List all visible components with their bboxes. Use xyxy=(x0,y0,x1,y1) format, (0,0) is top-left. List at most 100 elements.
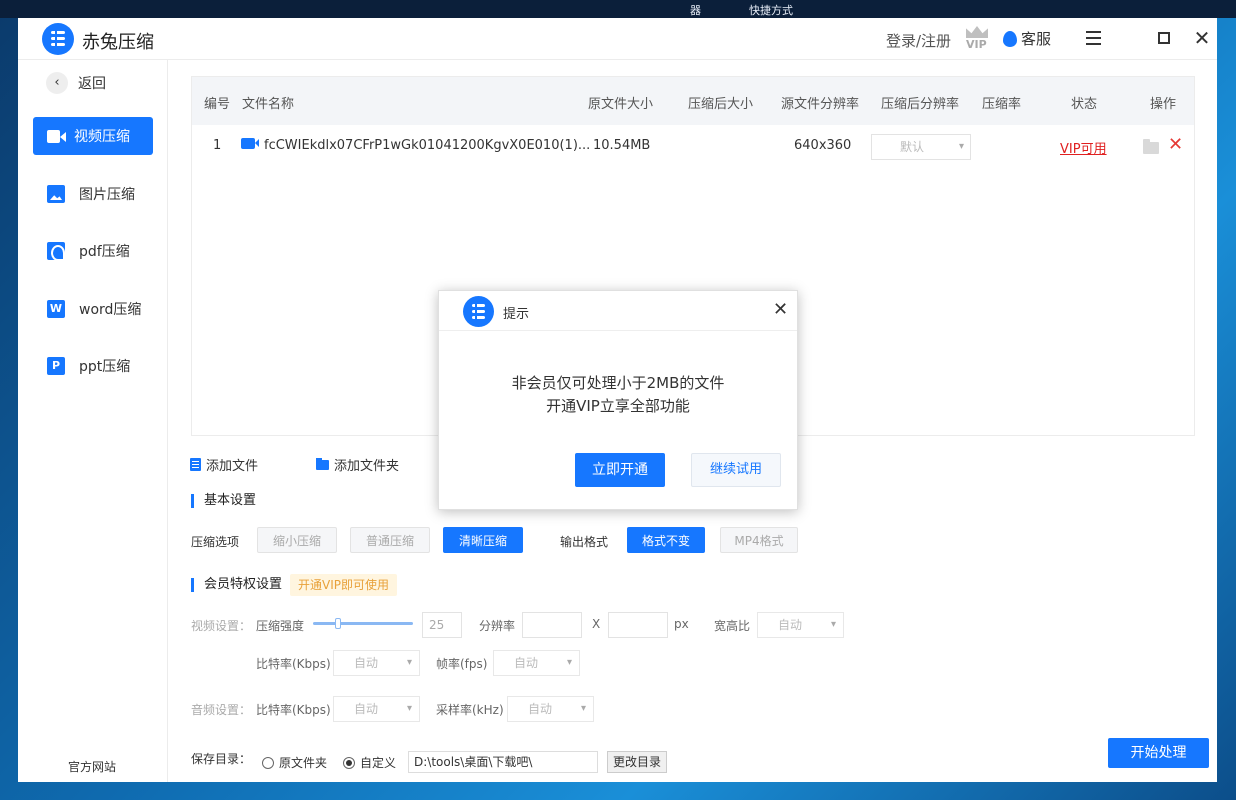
sample-rate-select[interactable]: 自动 xyxy=(507,696,594,722)
pdf-icon xyxy=(47,242,65,260)
sidebar-item-video[interactable]: 视频压缩 xyxy=(33,117,153,155)
desktop-strip xyxy=(0,0,1236,18)
continue-trial-button[interactable]: 继续试用 xyxy=(691,453,781,487)
compress-option-clear[interactable]: 清晰压缩 xyxy=(443,527,523,553)
bitrate-select[interactable]: 自动 xyxy=(333,650,420,676)
bitrate-label: 比特率(Kbps) xyxy=(256,655,331,672)
add-folder-label: 添加文件夹 xyxy=(334,455,399,474)
save-custom-radio[interactable]: 自定义 xyxy=(343,754,396,771)
format-option-keep[interactable]: 格式不变 xyxy=(627,527,705,553)
save-original-label: 原文件夹 xyxy=(279,754,327,771)
sidebar-item-pdf[interactable]: pdf压缩 xyxy=(33,232,153,270)
px-unit: px xyxy=(674,617,689,631)
sidebar-item-label: 视频压缩 xyxy=(74,126,130,146)
vip-available-link[interactable]: VIP可用 xyxy=(1060,138,1107,157)
sidebar-item-label: ppt压缩 xyxy=(79,356,130,376)
fps-label: 帧率(fps) xyxy=(436,655,487,672)
save-dir-label: 保存目录： xyxy=(191,750,251,767)
column-header: 压缩率 xyxy=(982,93,1021,112)
column-header: 状态 xyxy=(1071,93,1097,112)
resolution-label: 分辨率 xyxy=(479,617,515,634)
save-custom-label: 自定义 xyxy=(360,754,396,771)
dialog-message-line2: 开通VIP立享全部功能 xyxy=(439,395,797,416)
sidebar-item-ppt[interactable]: P ppt压缩 xyxy=(33,347,153,385)
video-file-icon xyxy=(241,138,255,149)
image-icon xyxy=(47,185,65,203)
dialog-header: 提示 ✕ xyxy=(439,291,797,331)
column-header: 文件名称 xyxy=(242,93,294,112)
vip-badge-text: VIP xyxy=(966,38,987,51)
column-header: 源文件分辨率 xyxy=(781,93,859,112)
back-button[interactable]: ‹ 返回 xyxy=(46,72,106,94)
slider-handle[interactable] xyxy=(335,618,341,629)
format-option-mp4[interactable]: MP4格式 xyxy=(720,527,798,553)
app-title: 赤兔压缩 xyxy=(82,28,154,54)
word-icon: W xyxy=(47,300,65,318)
row-index: 1 xyxy=(213,138,221,153)
save-path-input[interactable]: D:\tools\桌面\下载吧\ xyxy=(408,751,598,773)
folder-add-icon xyxy=(316,460,329,470)
dialog-message-line1: 非会员仅可处理小于2MB的文件 xyxy=(439,372,797,393)
resolution-height-input[interactable] xyxy=(608,612,668,638)
start-button[interactable]: 开始处理 xyxy=(1108,738,1209,768)
strength-value[interactable]: 25 xyxy=(422,612,462,638)
column-header: 压缩后分辨率 xyxy=(881,93,959,112)
video-icon xyxy=(47,130,60,143)
delete-icon[interactable]: ✕ xyxy=(1168,134,1183,155)
desktop-shortcut-label: 快捷方式 xyxy=(749,2,793,18)
open-vip-button[interactable]: 立即开通 xyxy=(575,453,665,487)
resolution-width-input[interactable] xyxy=(522,612,582,638)
compress-option-shrink[interactable]: 缩小压缩 xyxy=(257,527,337,553)
video-settings-label: 视频设置： xyxy=(191,617,251,634)
menu-icon[interactable] xyxy=(1082,26,1106,50)
maximize-icon[interactable] xyxy=(1152,26,1176,50)
strength-slider[interactable] xyxy=(313,622,413,625)
sample-rate-label: 采样率(kHz) xyxy=(436,701,504,718)
column-header: 编号 xyxy=(204,93,230,112)
fps-select[interactable]: 自动 xyxy=(493,650,580,676)
column-header: 原文件大小 xyxy=(588,93,653,112)
sidebar-item-label: word压缩 xyxy=(79,299,141,319)
dialog-close-icon[interactable]: ✕ xyxy=(773,299,788,320)
vip-crown-icon[interactable]: VIP xyxy=(964,26,990,50)
add-folder-button[interactable]: 添加文件夹 xyxy=(316,455,399,474)
dialog-logo-icon xyxy=(463,296,494,327)
add-file-label: 添加文件 xyxy=(206,455,258,474)
aspect-select[interactable]: 自动 xyxy=(757,612,844,638)
ppt-icon: P xyxy=(47,357,65,375)
app-logo-icon xyxy=(42,23,74,55)
sidebar-item-label: 图片压缩 xyxy=(79,184,135,204)
login-link[interactable]: 登录/注册 xyxy=(886,30,951,51)
back-arrow-icon: ‹ xyxy=(46,72,68,94)
aspect-label: 宽高比 xyxy=(714,617,750,634)
table-header: 编号 文件名称 原文件大小 压缩后大小 源文件分辨率 压缩后分辨率 压缩率 状态… xyxy=(192,77,1194,125)
customer-service-label: 客服 xyxy=(1021,28,1051,49)
audio-bitrate-select[interactable]: 自动 xyxy=(333,696,420,722)
sidebar-item-label: pdf压缩 xyxy=(79,241,130,261)
save-original-radio[interactable]: 原文件夹 xyxy=(262,754,327,771)
sidebar-item-word[interactable]: W word压缩 xyxy=(33,290,153,328)
file-add-icon xyxy=(190,458,201,471)
customer-service-button[interactable]: 客服 xyxy=(1003,28,1051,49)
open-folder-icon[interactable] xyxy=(1143,142,1159,154)
change-dir-button[interactable]: 更改目录 xyxy=(607,751,667,773)
title-bar: 赤兔压缩 登录/注册 VIP 客服 ✕ xyxy=(18,18,1217,60)
add-file-button[interactable]: 添加文件 xyxy=(190,455,258,474)
official-site-link[interactable]: 官方网站 xyxy=(68,758,116,775)
original-size: 10.54MB xyxy=(593,138,650,153)
service-icon xyxy=(1003,31,1017,47)
compress-option-normal[interactable]: 普通压缩 xyxy=(350,527,430,553)
back-label: 返回 xyxy=(78,73,106,93)
vip-settings-title: 会员特权设置 xyxy=(191,578,282,592)
compress-options-label: 压缩选项 xyxy=(191,533,239,550)
audio-settings-label: 音频设置： xyxy=(191,701,251,718)
sidebar-item-image[interactable]: 图片压缩 xyxy=(33,175,153,213)
vip-promo-tag[interactable]: 开通VIP即可使用 xyxy=(290,574,397,596)
file-name: fcCWIEkdlx07CFrP1wGk01041200KgvX0E010(1)… xyxy=(264,138,590,153)
target-resolution-select[interactable]: 默认 xyxy=(871,134,971,160)
vip-dialog: 提示 ✕ 非会员仅可处理小于2MB的文件 开通VIP立享全部功能 立即开通 继续… xyxy=(438,290,798,510)
column-header: 操作 xyxy=(1150,93,1176,112)
radio-icon xyxy=(262,757,274,769)
window-close-icon[interactable]: ✕ xyxy=(1190,26,1214,50)
radio-selected-icon xyxy=(343,757,355,769)
